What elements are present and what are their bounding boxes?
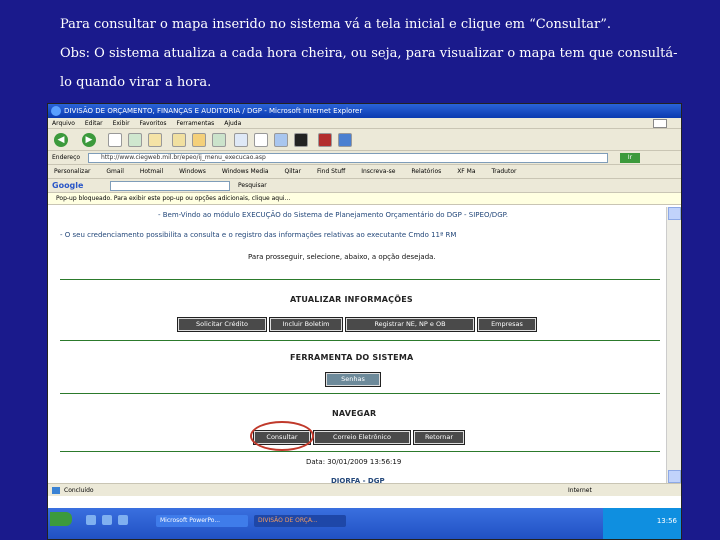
start-button[interactable]	[50, 512, 72, 526]
section-divider	[60, 279, 660, 280]
menu-item-ajuda[interactable]: Ajuda	[224, 120, 241, 127]
forward-icon[interactable]: ▶	[82, 133, 96, 147]
section-title-atualizar: ATUALIZAR INFORMAÇÕES	[290, 295, 413, 304]
history-icon[interactable]	[212, 133, 226, 147]
status-bar: Concluído Internet	[48, 483, 681, 496]
link-inscreva[interactable]: Inscreva-se	[361, 168, 395, 175]
menu-item-ferramentas[interactable]: Ferramentas	[176, 120, 214, 127]
links-bar: Personalizar Gmail Hotmail Windows Windo…	[48, 165, 681, 179]
quicklaunch-icon[interactable]	[118, 515, 128, 525]
google-search-input[interactable]	[110, 181, 230, 191]
correio-eletronico-button[interactable]: Correio Eletrônico	[313, 430, 411, 445]
section-divider	[60, 340, 660, 341]
slide-caption: Para consultar o mapa inserido no sistem…	[60, 10, 680, 97]
section-divider	[60, 393, 660, 394]
select-option-prompt: Para prosseguir, selecione, abaixo, a op…	[248, 253, 436, 261]
google-logo: Google	[52, 181, 84, 190]
consultar-highlight-circle	[250, 421, 314, 451]
address-input[interactable]: http://www.ciegweb.mil.br/epeo/ij_menu_e…	[88, 153, 608, 163]
address-label: Endereço	[52, 154, 81, 161]
stop-icon[interactable]	[108, 133, 122, 147]
solicitar-credito-button[interactable]: Solicitar Crédito	[177, 317, 267, 332]
search-icon[interactable]	[172, 133, 186, 147]
status-text: Concluído	[64, 487, 94, 494]
link-qiltar[interactable]: Qiltar	[285, 168, 302, 175]
edit-icon[interactable]	[274, 133, 288, 147]
security-zone: Internet	[568, 487, 592, 494]
mail-icon[interactable]	[234, 133, 248, 147]
taskbar-item-powerpoint[interactable]: Microsoft PowerPo...	[156, 515, 248, 527]
refresh-icon[interactable]	[128, 133, 142, 147]
page-content: - Bem-Vindo ao módulo EXECUÇÃO do Sistem…	[48, 207, 668, 483]
google-search-button[interactable]: Pesquisar	[238, 179, 267, 192]
toolbar-extra-icon[interactable]	[318, 133, 332, 147]
windows-logo-icon	[653, 119, 667, 128]
link-hotmail[interactable]: Hotmail	[140, 168, 163, 175]
date-stamp: Data: 30/01/2009 13:56:19	[306, 458, 402, 466]
home-icon[interactable]	[148, 133, 162, 147]
caption-line-2: Obs: O sistema atualiza a cada hora chei…	[60, 46, 678, 90]
favorites-icon[interactable]	[192, 133, 206, 147]
section-title-ferramenta: FERRAMENTA DO SISTEMA	[290, 353, 414, 362]
incluir-boletim-button[interactable]: Incluir Boletim	[269, 317, 343, 332]
menu-bar: Arquivo Editar Exibir Favoritos Ferramen…	[48, 118, 681, 129]
retornar-button[interactable]: Retornar	[413, 430, 465, 445]
back-icon[interactable]: ◀	[54, 133, 68, 147]
caption-line-1: Para consultar o mapa inserido no sistem…	[60, 17, 612, 32]
vertical-scrollbar[interactable]	[666, 207, 681, 483]
link-windows-media[interactable]: Windows Media	[222, 168, 269, 175]
google-toolbar: Google Pesquisar	[48, 179, 681, 193]
page-icon	[52, 487, 60, 494]
taskbar-item-browser[interactable]: DIVISÃO DE ORÇA...	[254, 515, 346, 527]
credential-note: - O seu credenciamento possibilita a con…	[60, 231, 457, 239]
discuss-icon[interactable]	[294, 133, 308, 147]
section-title-navegar: NAVEGAR	[332, 409, 377, 418]
menu-item-favoritos[interactable]: Favoritos	[139, 120, 166, 127]
system-tray: 13:56	[603, 508, 681, 539]
menu-item-arquivo[interactable]: Arquivo	[52, 120, 75, 127]
scroll-down-icon[interactable]	[668, 470, 681, 483]
section-divider	[60, 451, 660, 452]
clock: 13:56	[656, 517, 677, 525]
link-gmail[interactable]: Gmail	[106, 168, 124, 175]
link-find-stuff[interactable]: Find Stuff	[317, 168, 345, 175]
address-bar: Endereço http://www.ciegweb.mil.br/epeo/…	[48, 151, 681, 165]
quicklaunch-icon[interactable]	[86, 515, 96, 525]
link-relatorios[interactable]: Relatórios	[411, 168, 441, 175]
senhas-button[interactable]: Senhas	[325, 372, 381, 387]
empresas-button[interactable]: Empresas	[477, 317, 537, 332]
go-button[interactable]: Ir	[620, 153, 640, 163]
messenger-icon[interactable]	[338, 133, 352, 147]
link-personalizar[interactable]: Personalizar	[54, 168, 90, 175]
welcome-text: - Bem-Vindo ao módulo EXECUÇÃO do Sistem…	[158, 211, 508, 219]
link-windows[interactable]: Windows	[179, 168, 206, 175]
scroll-up-icon[interactable]	[668, 207, 681, 220]
window-titlebar: DIVISÃO DE ORÇAMENTO, FINANÇAS E AUDITOR…	[48, 104, 681, 118]
windows-taskbar: Microsoft PowerPo... DIVISÃO DE ORÇA... …	[48, 508, 681, 539]
menu-item-exibir[interactable]: Exibir	[113, 120, 130, 127]
ie-icon	[51, 106, 61, 116]
link-xf[interactable]: XF Ma	[457, 168, 475, 175]
quicklaunch-icon[interactable]	[102, 515, 112, 525]
browser-window: DIVISÃO DE ORÇAMENTO, FINANÇAS E AUDITOR…	[47, 103, 682, 540]
navigation-toolbar: ◀ ▶	[48, 129, 681, 151]
link-tradutor[interactable]: Tradutor	[491, 168, 516, 175]
registrar-ne-np-ob-button[interactable]: Registrar NE, NP e OB	[345, 317, 475, 332]
menu-item-editar[interactable]: Editar	[85, 120, 103, 127]
popup-blocked-bar[interactable]: Pop-up bloqueado. Para exibir este pop-u…	[48, 193, 681, 205]
print-icon[interactable]	[254, 133, 268, 147]
window-title: DIVISÃO DE ORÇAMENTO, FINANÇAS E AUDITOR…	[64, 107, 363, 115]
